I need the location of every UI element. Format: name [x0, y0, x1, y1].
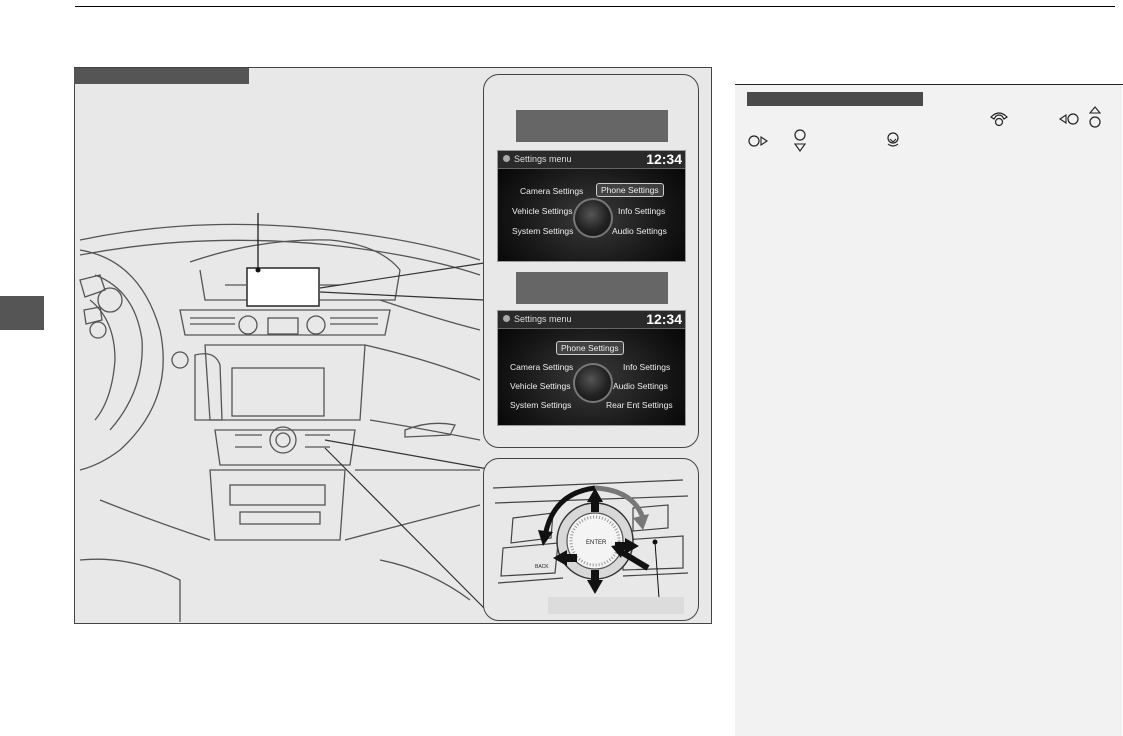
press-icon — [887, 132, 899, 147]
dial-back-label: BACK — [535, 564, 549, 570]
settings-menu-screen-2: Settings menu 12:34 Phone Settings Camer… — [497, 310, 686, 426]
menu-dot-icon — [503, 155, 510, 162]
sidebar-rule — [735, 84, 1123, 85]
up-icon — [1088, 106, 1102, 128]
menu-item-audio-settings[interactable]: Audio Settings — [613, 381, 668, 391]
phone-icon — [990, 112, 1008, 127]
screen-clock: 12:34 — [646, 151, 682, 167]
settings-menu-screen-1: Settings menu 12:34 Camera Settings Phon… — [497, 150, 686, 262]
screen-header: Settings menu 12:34 — [498, 151, 685, 169]
menu-item-rear-ent-settings[interactable]: Rear Ent Settings — [606, 400, 673, 410]
screen-title: Settings menu — [514, 314, 572, 324]
screen-header: Settings menu 12:34 — [498, 311, 685, 329]
menu-item-info-settings[interactable]: Info Settings — [623, 362, 670, 372]
menu-item-vehicle-settings[interactable]: Vehicle Settings — [510, 381, 570, 391]
down-icon — [793, 129, 807, 152]
menu-item-system-settings[interactable]: System Settings — [512, 226, 573, 236]
menu-item-phone-settings[interactable]: Phone Settings — [556, 341, 624, 355]
menu-item-phone-settings[interactable]: Phone Settings — [596, 183, 664, 197]
dial-enter-label: ENTER — [586, 540, 607, 546]
screen-label-bar-1 — [516, 110, 668, 142]
sidebar-heading-bar — [747, 92, 923, 106]
left-icon — [1059, 113, 1079, 125]
dial-label-bar — [548, 597, 684, 614]
menu-item-camera-settings[interactable]: Camera Settings — [520, 186, 583, 196]
menu-knob-graphic — [573, 198, 613, 238]
screen-clock: 12:34 — [646, 311, 682, 327]
menu-item-vehicle-settings[interactable]: Vehicle Settings — [512, 206, 572, 216]
screen-label-bar-2 — [516, 272, 668, 304]
menu-dot-icon — [503, 315, 510, 322]
menu-item-camera-settings[interactable]: Camera Settings — [510, 362, 573, 372]
screen-title: Settings menu — [514, 154, 572, 164]
right-icon — [748, 135, 768, 147]
menu-knob-graphic — [573, 363, 613, 403]
sidebar-panel — [735, 84, 1122, 736]
menu-item-system-settings[interactable]: System Settings — [510, 400, 571, 410]
menu-item-info-settings[interactable]: Info Settings — [618, 206, 665, 216]
menu-item-audio-settings[interactable]: Audio Settings — [612, 226, 667, 236]
